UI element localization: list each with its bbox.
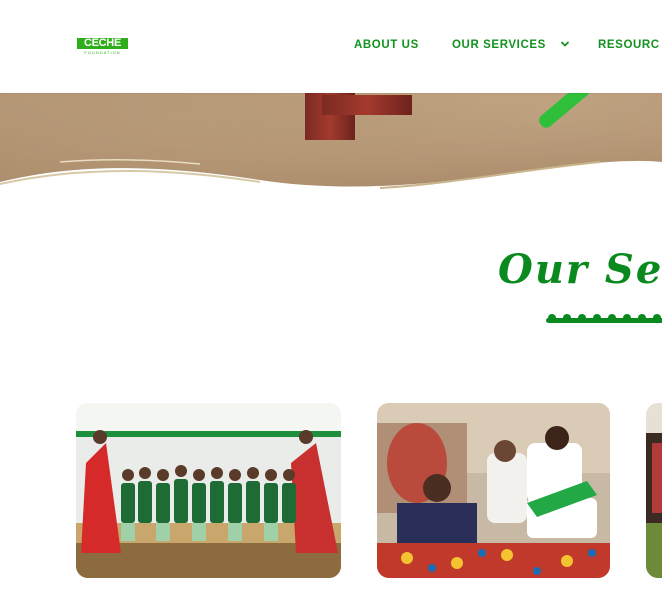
hero-wave-divider bbox=[0, 159, 662, 200]
logo-tagline: FOUNDATION bbox=[84, 50, 121, 55]
service-card-photo-3[interactable] bbox=[646, 403, 662, 578]
logo-wordmark: CECHE bbox=[77, 38, 128, 49]
site-logo[interactable]: CECHE FOUNDATION bbox=[77, 38, 128, 56]
title-dots-underline bbox=[546, 314, 662, 323]
chevron-down-icon[interactable] bbox=[560, 39, 570, 49]
section-title: Our Ser bbox=[498, 246, 662, 293]
service-card-photo-2[interactable] bbox=[377, 403, 610, 578]
event-photo bbox=[646, 403, 662, 578]
service-card-photo-1[interactable] bbox=[76, 403, 341, 578]
nav-item-our-services-label: OUR SERVICES bbox=[452, 39, 546, 51]
nav-item-about-us[interactable]: ABOUT US bbox=[354, 38, 419, 52]
hero-red-beam bbox=[322, 95, 412, 115]
nav-item-our-services[interactable]: OUR SERVICES bbox=[452, 38, 570, 52]
site-header: CECHE FOUNDATION ABOUT US OUR SERVICES R… bbox=[0, 0, 662, 93]
nav-item-resources[interactable]: RESOURC bbox=[598, 38, 660, 52]
caregivers-photo bbox=[377, 403, 610, 578]
children-group-photo bbox=[76, 403, 341, 578]
